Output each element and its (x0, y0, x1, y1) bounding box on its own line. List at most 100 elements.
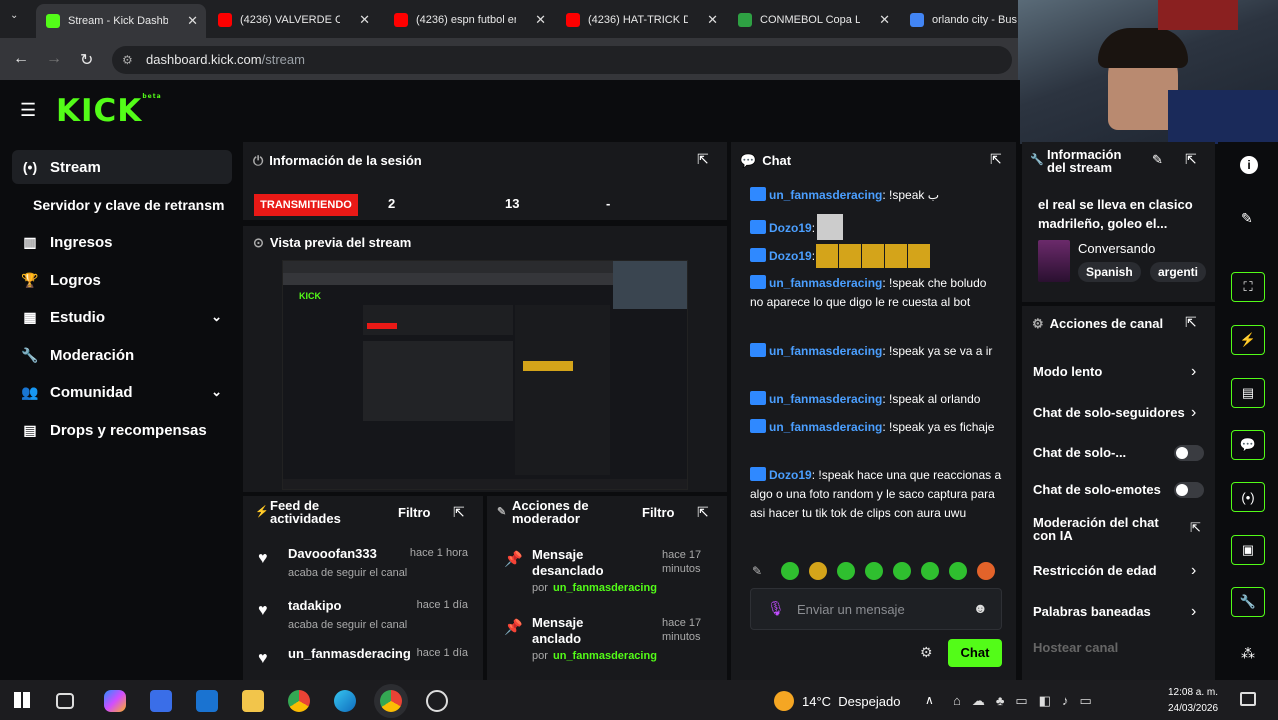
browser-tab[interactable]: CONMEBOL Copa Lib ✕ (728, 6, 898, 34)
feed-user[interactable]: tadakipo (288, 598, 341, 613)
chevron-right-icon[interactable]: › (1191, 363, 1196, 381)
file-explorer-icon[interactable] (242, 690, 264, 712)
mod-filter-button[interactable]: Filtro (642, 505, 675, 520)
tab-close-icon[interactable]: ✕ (359, 12, 370, 28)
menu-icon[interactable]: ☰ (20, 100, 36, 121)
lightning-icon[interactable]: ⚡ (1231, 325, 1265, 355)
mic-icon[interactable]: 🎙 (767, 600, 785, 617)
tab-close-icon[interactable]: ✕ (879, 12, 890, 28)
category-name[interactable]: Conversando (1078, 241, 1155, 256)
emote-button[interactable] (809, 562, 827, 580)
chat-username[interactable]: Dozo19 (769, 249, 812, 263)
speedometer-icon[interactable] (426, 690, 448, 712)
weather-text[interactable]: 14°C Despejado (802, 694, 900, 709)
feed-filter-button[interactable]: Filtro (398, 505, 431, 520)
chrome-active-icon[interactable] (380, 690, 402, 712)
mod-action-user[interactable]: un_fanmasderacing (553, 582, 657, 594)
browser-tab[interactable]: (4236) VALVERDE CL/ ✕ (208, 6, 378, 34)
site-info-icon[interactable]: ⚙ (122, 46, 133, 74)
stream-preview-video[interactable]: KICK (282, 260, 688, 490)
emote-button[interactable] (977, 562, 995, 580)
copilot-icon[interactable] (104, 690, 126, 712)
chat-username[interactable]: un_fanmasderacing (769, 344, 882, 358)
sidebar-item[interactable]: ▦ Estudio ⌄ (12, 300, 232, 334)
windows-start-icon[interactable] (14, 692, 30, 708)
kick-logo[interactable]: KICKbeta (56, 93, 162, 129)
url-field[interactable]: ⚙ dashboard.kick.com/stream (112, 46, 1012, 74)
toggle-switch[interactable] (1174, 445, 1204, 461)
outlook-icon[interactable] (196, 690, 218, 712)
chat-username[interactable]: un_fanmasderacing (769, 276, 882, 290)
browser-tab[interactable]: Stream - Kick Dashbo ✕ (36, 4, 206, 38)
notes-icon[interactable]: ▤ (1231, 378, 1265, 408)
emote-button[interactable] (865, 562, 883, 580)
edit-icon[interactable]: ✎ (1152, 152, 1163, 168)
channel-action[interactable]: Modo lento (1033, 364, 1198, 379)
browser-tab[interactable]: (4236) HAT-TRICK DE ✕ (556, 6, 726, 34)
toggle-switch[interactable] (1174, 482, 1204, 498)
chat-bubble-icon[interactable]: 💬 (1231, 430, 1265, 460)
sidebar-item[interactable]: ▥ Ingresos (12, 225, 232, 259)
tab-list-dropdown[interactable]: ⌄ (10, 10, 18, 21)
channel-action[interactable]: Hostear canal (1033, 640, 1198, 655)
emote-button[interactable] (837, 562, 855, 580)
chat-send-button[interactable]: Chat (948, 639, 1002, 667)
notifications-icon[interactable] (1240, 692, 1256, 706)
emote-button[interactable] (949, 562, 967, 580)
feed-user[interactable]: un_fanmasderacing (288, 646, 411, 661)
tab-close-icon[interactable]: ✕ (187, 13, 198, 29)
back-icon[interactable]: ← (13, 50, 29, 68)
sidebar-item[interactable]: 🔧 Moderación (12, 338, 232, 372)
channel-action[interactable]: Restricción de edad (1033, 563, 1198, 578)
clock-time[interactable]: 12:08 a. m. (1168, 687, 1218, 698)
chevron-right-icon[interactable]: › (1191, 603, 1196, 621)
sidebar-item[interactable]: (•) Stream (12, 150, 232, 184)
external-link-icon[interactable]: ⇱ (1190, 520, 1201, 536)
emote-button[interactable] (921, 562, 939, 580)
chat-username[interactable]: Dozo19 (769, 221, 812, 235)
edge-icon[interactable] (334, 690, 356, 712)
channel-action[interactable]: Chat de solo-seguidores (1033, 405, 1198, 420)
chat-username[interactable]: un_fanmasderacing (769, 188, 882, 202)
sidebar-item[interactable]: 🏆 Logros (12, 263, 232, 297)
chat-username[interactable]: un_fanmasderacing (769, 420, 882, 434)
feed-user[interactable]: Davooofan333 (288, 546, 377, 561)
chat-input[interactable]: 🎙 Enviar un mensaje ☻ (750, 588, 1002, 630)
clock-date[interactable]: 24/03/2026 (1168, 703, 1218, 714)
tray-chevron-icon[interactable]: ∧ (925, 693, 934, 707)
browser-tab[interactable]: orlando city - Bus (900, 6, 1018, 34)
channel-action[interactable]: Palabras baneadas (1033, 604, 1198, 619)
layout-icon[interactable]: ▣ (1231, 535, 1265, 565)
emote-button[interactable] (781, 562, 799, 580)
info-icon[interactable]: i (1240, 156, 1258, 174)
chevron-right-icon[interactable]: › (1191, 562, 1196, 580)
sidebar-item[interactable]: 👥 Comunidad ⌄ (12, 375, 232, 409)
tab-close-icon[interactable]: ✕ (707, 12, 718, 28)
chevron-right-icon[interactable]: › (1191, 404, 1196, 422)
chevron-down-icon[interactable]: ⌄ (211, 309, 222, 325)
stream-tag[interactable]: argenti (1150, 262, 1207, 282)
emote-button[interactable] (893, 562, 911, 580)
clip-icon[interactable]: ⛶ (1231, 272, 1265, 302)
stream-info-popout-icon[interactable]: ⇱ (1185, 151, 1197, 168)
broadcast-icon[interactable]: (•) (1231, 482, 1265, 512)
forward-icon[interactable]: → (46, 50, 62, 68)
emoji-icon[interactable]: ☻ (973, 600, 988, 616)
chrome-icon[interactable] (288, 690, 310, 712)
mod-action-user[interactable]: un_fanmasderacing (553, 650, 657, 662)
stream-tag[interactable]: Spanish (1078, 262, 1141, 282)
chevron-down-icon[interactable]: ⌄ (211, 384, 222, 400)
channel-actions-popout-icon[interactable]: ⇱ (1185, 314, 1197, 331)
pencil-icon[interactable]: ✎ (1241, 210, 1253, 227)
community-side-icon[interactable]: ⁂ (1241, 645, 1255, 662)
reload-icon[interactable]: ↻ (80, 50, 93, 70)
browser-tab[interactable]: (4236) espn futbol en ✕ (384, 6, 554, 34)
channel-action[interactable]: Moderación del chat con IA (1033, 516, 1173, 542)
chat-username[interactable]: un_fanmasderacing (769, 392, 882, 406)
mod-popout-icon[interactable]: ⇱ (697, 504, 709, 521)
sidebar-item[interactable]: ▤ Drops y recompensas (12, 413, 232, 447)
tray-icons[interactable]: ⌂☁♣▭◧♪▭ (953, 693, 1103, 709)
chat-username[interactable]: Dozo19 (769, 468, 812, 482)
chat-settings-icon[interactable]: ⚙ (920, 644, 933, 661)
feed-popout-icon[interactable]: ⇱ (453, 504, 465, 521)
